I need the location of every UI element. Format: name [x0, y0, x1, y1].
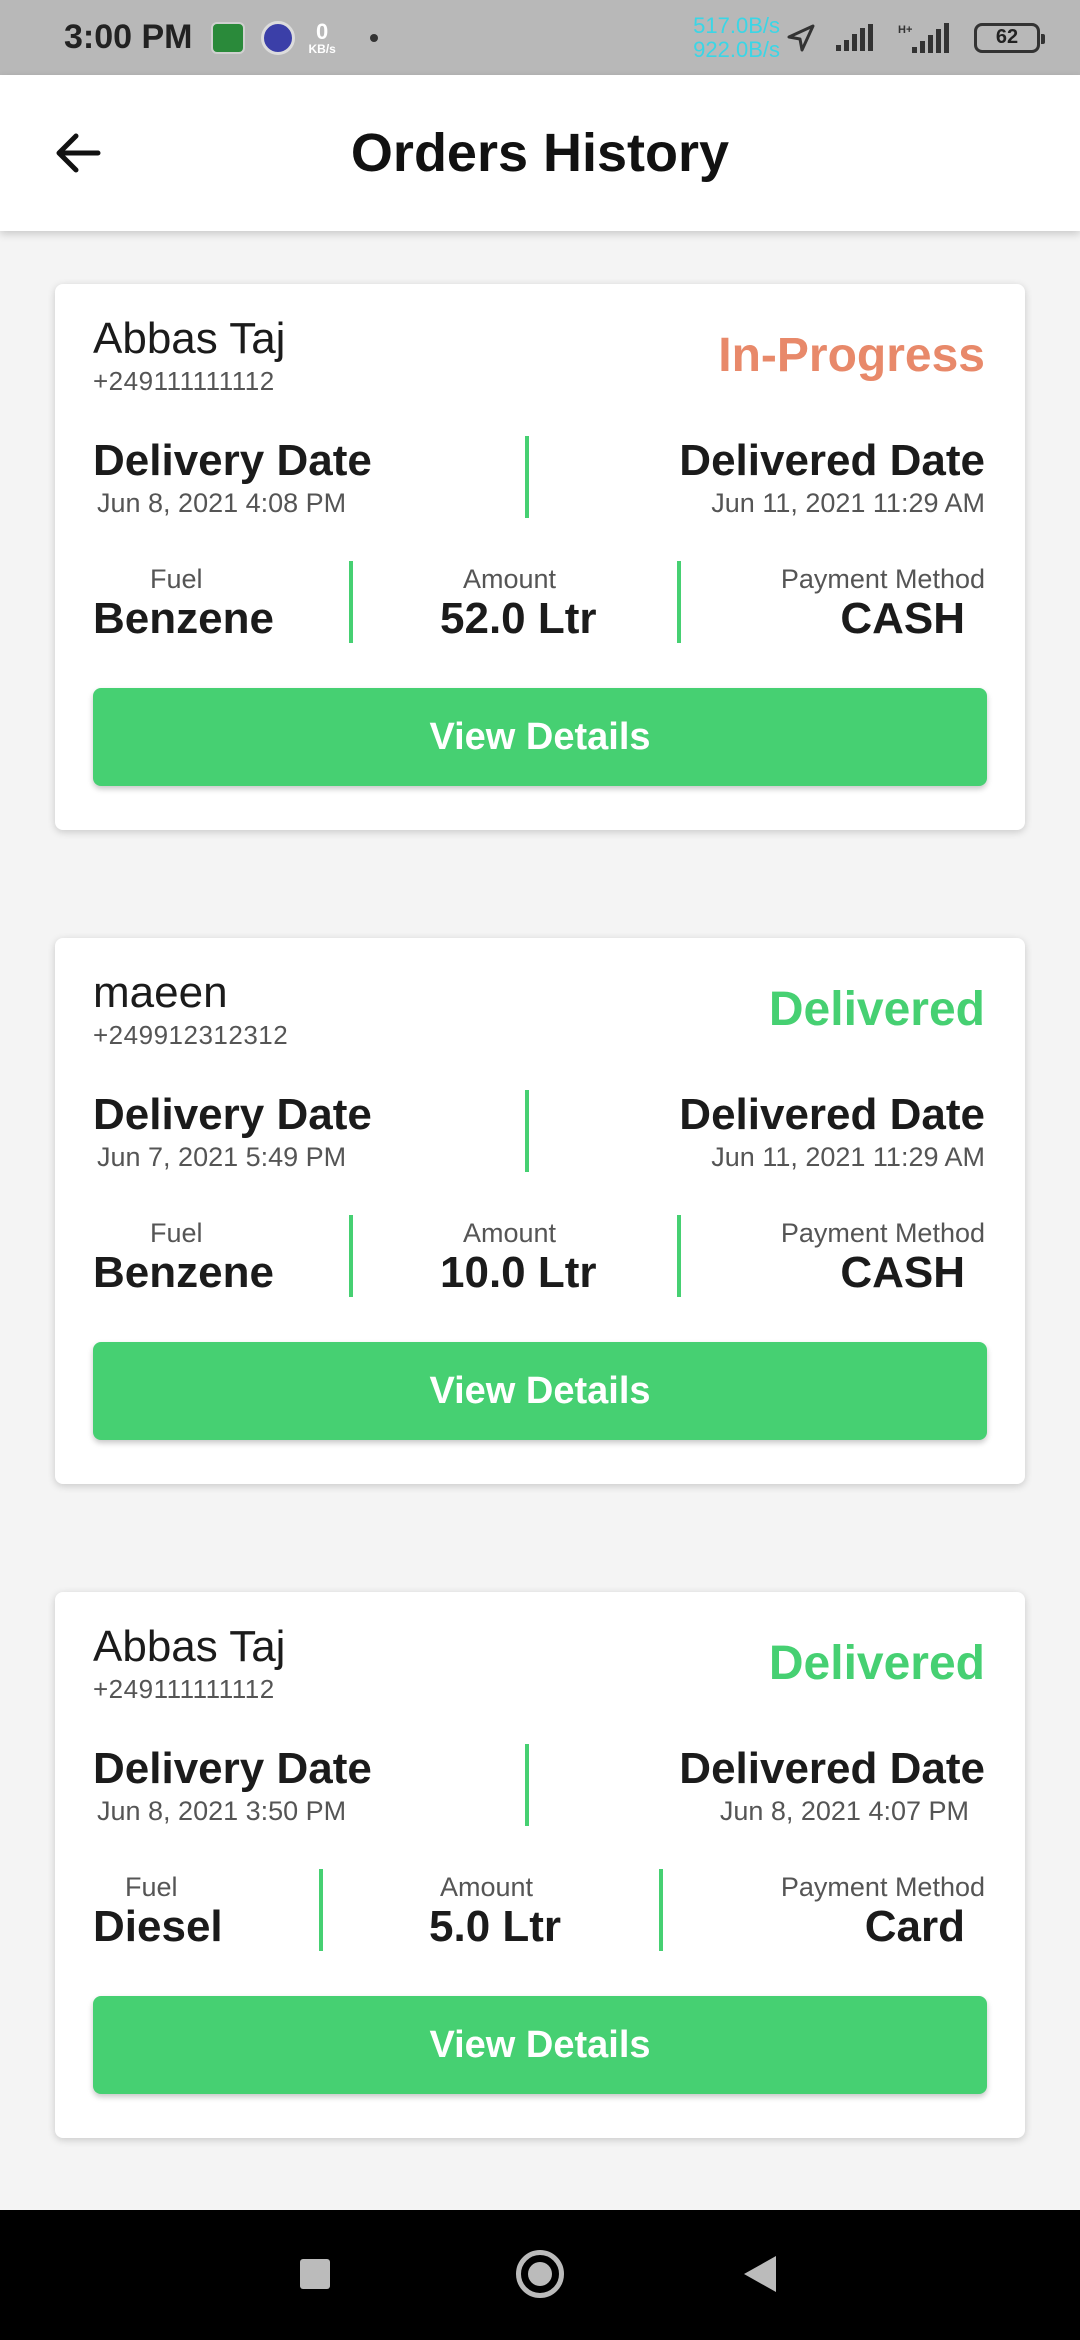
order-card: Abbas Taj +249111111112 Delivered Delive… [55, 1592, 1025, 2138]
delivered-date-label: Delivered Date [679, 1090, 985, 1139]
download-speed: 922.0B/s [693, 36, 780, 62]
payment-method-label: Payment Method [780, 1218, 985, 1248]
upload-speed: 517.0B/s [693, 12, 780, 38]
notification-dot-icon [369, 33, 378, 42]
view-details-button[interactable]: View Details [93, 1342, 987, 1440]
app-bar: Orders History [0, 75, 1080, 231]
order-card: Abbas Taj +249111111112 In-Progress Deli… [55, 284, 1025, 830]
fuel-value: Diesel [93, 1902, 223, 1951]
view-details-button[interactable]: View Details [93, 1996, 987, 2094]
divider [349, 1215, 353, 1297]
battery-icon: 62 [974, 22, 1045, 53]
customer-name: Abbas Taj [93, 314, 286, 363]
divider [349, 561, 353, 643]
fuel-label: Fuel [150, 1218, 203, 1248]
order-status: Delivered [768, 1637, 985, 1690]
payment-method-value: CASH [840, 594, 965, 643]
signal-icon-2: H+ [898, 22, 949, 53]
payment-method-value: CASH [840, 1248, 965, 1297]
amount-label: Amount [463, 1218, 557, 1248]
customer-name: Abbas Taj [93, 1622, 286, 1671]
delivered-date-label: Delivered Date [679, 436, 985, 485]
amount-value: 52.0 Ltr [440, 594, 597, 643]
square-icon[interactable] [300, 2259, 330, 2289]
triangle-back-icon[interactable] [744, 2256, 776, 2292]
delivery-date-label: Delivery Date [93, 436, 372, 485]
divider [677, 1215, 681, 1297]
divider [677, 561, 681, 643]
divider [525, 436, 529, 518]
delivered-date-value: Jun 11, 2021 11:29 AM [711, 1142, 985, 1172]
signal-icon-1 [836, 23, 873, 51]
activity-app-icon [260, 20, 295, 55]
network-speed-value: 0 [316, 18, 329, 44]
page-title: Orders History [350, 123, 730, 183]
network-speed-indicator: 0 KB/s [308, 18, 336, 56]
customer-phone: +249912312312 [93, 1020, 289, 1050]
customer-phone: +249111111112 [93, 1674, 275, 1704]
location-arrow-icon [787, 24, 815, 51]
amount-label: Amount [463, 564, 557, 594]
network-speed-unit: KB/s [308, 41, 336, 56]
delivery-date-value: Jun 7, 2021 5:49 PM [97, 1142, 347, 1172]
order-status: In-Progress [718, 329, 985, 382]
delivery-date-label: Delivery Date [93, 1090, 372, 1139]
divider [319, 1869, 323, 1951]
status-time: 3:00 PM [64, 18, 193, 56]
delivery-date-value: Jun 8, 2021 4:08 PM [97, 488, 347, 518]
fuel-label: Fuel [150, 564, 203, 594]
data-speed: 517.0B/s 922.0B/s [693, 12, 780, 62]
circle-home-icon[interactable] [516, 2250, 564, 2298]
amount-value: 10.0 Ltr [440, 1248, 597, 1297]
payment-method-label: Payment Method [780, 1872, 985, 1902]
divider [659, 1869, 663, 1951]
fuel-value: Benzene [93, 1248, 274, 1297]
fuel-label: Fuel [125, 1872, 178, 1902]
delivery-date-label: Delivery Date [93, 1744, 372, 1793]
delivered-date-value: Jun 8, 2021 4:07 PM [719, 1796, 969, 1826]
amount-label: Amount [440, 1872, 534, 1902]
order-status: Delivered [768, 983, 985, 1036]
order-card: maeen +249912312312 Delivered Delivery D… [55, 938, 1025, 1484]
status-bar: 3:00 PM 0 KB/s 517.0B/s 922.0B/s H+ 62 [0, 0, 1080, 75]
arrow-left-icon[interactable] [52, 127, 104, 179]
view-details-button[interactable]: View Details [93, 688, 987, 786]
divider [525, 1744, 529, 1826]
delivery-date-value: Jun 8, 2021 3:50 PM [97, 1796, 347, 1826]
payment-method-label: Payment Method [780, 564, 985, 594]
divider [525, 1090, 529, 1172]
amount-value: 5.0 Ltr [429, 1902, 562, 1951]
payment-method-value: Card [864, 1902, 965, 1951]
delivered-date-value: Jun 11, 2021 11:29 AM [711, 488, 985, 518]
customer-name: maeen [93, 968, 228, 1017]
svg-text:H+: H+ [898, 24, 912, 36]
customer-phone: +249111111112 [93, 366, 275, 396]
book-app-icon [210, 21, 245, 54]
battery-level: 62 [995, 26, 1019, 48]
delivered-date-label: Delivered Date [679, 1744, 985, 1793]
fuel-value: Benzene [93, 594, 274, 643]
